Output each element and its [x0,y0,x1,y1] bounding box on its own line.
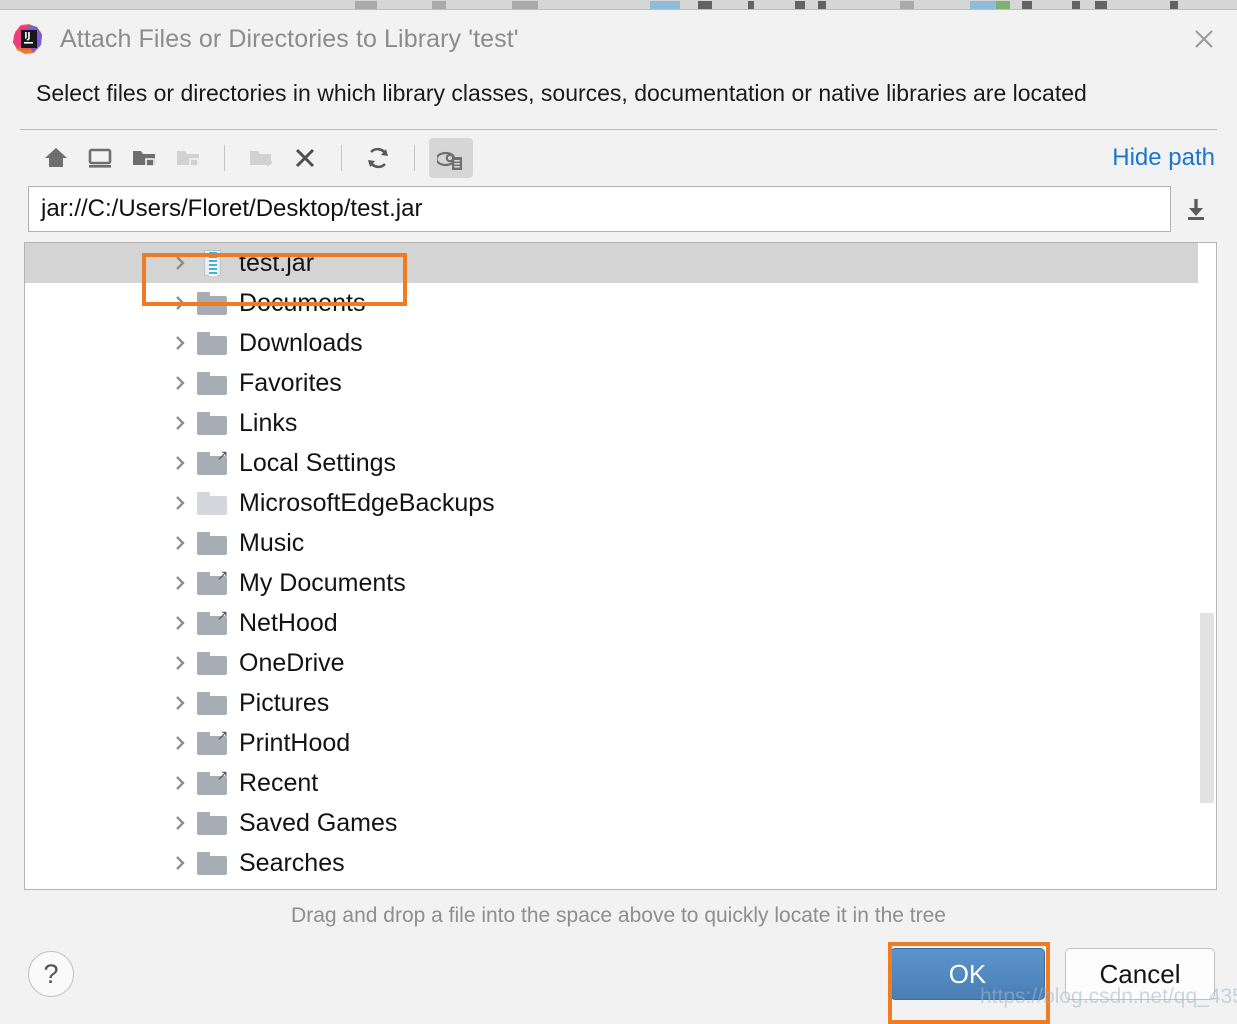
tree-row-label: Local Settings [239,448,397,477]
tree-row[interactable]: Documents [25,283,1216,323]
tree-row-label: Searches [239,848,345,877]
folder-shortcut-icon: ↗ [195,723,229,763]
chevron-right-icon[interactable] [165,483,195,523]
chevron-right-icon[interactable] [165,643,195,683]
tree-row-label: Recent [239,768,319,797]
chevron-right-icon[interactable] [165,723,195,763]
chevron-right-icon[interactable] [165,523,195,563]
hide-path-link[interactable]: Hide path [1112,144,1215,172]
chevron-right-icon[interactable] [165,763,195,803]
new-folder-icon [239,138,283,178]
tree-row-label: Downloads [239,328,363,357]
folder-icon [195,683,229,723]
tree-row[interactable]: ↗ Local Settings [25,443,1216,483]
chevron-right-icon[interactable] [165,603,195,643]
tree-row[interactable]: ↗ Recent [25,763,1216,803]
chevron-right-icon[interactable] [165,403,195,443]
tree-row[interactable]: Pictures [25,683,1216,723]
chevron-right-icon[interactable] [165,683,195,723]
folder-icon [195,403,229,443]
dialog-description: Select files or directories in which lib… [36,80,1087,106]
path-input[interactable]: jar://C:/Users/Floret/Desktop/test.jar [28,186,1171,232]
folder-hidden-icon [195,483,229,523]
tree-row[interactable]: test.jar [25,243,1216,283]
folder-shortcut-icon: ↗ [195,763,229,803]
folder-icon [195,843,229,883]
tree-row-label: Music [239,528,305,557]
tree-row[interactable]: Music [25,523,1216,563]
tree-row[interactable]: ↗ My Documents [25,563,1216,603]
tree-row-label: PrintHood [239,728,351,757]
file-chooser-toolbar: Hide path [0,130,1237,186]
file-tree-list: test.jar Documents Downloads Favorites Links… [25,243,1216,883]
tree-row[interactable]: Saved Games [25,803,1216,843]
folder-icon [195,283,229,323]
close-icon[interactable] [1185,20,1223,58]
toolbar-separator [341,145,342,171]
folder-icon [195,363,229,403]
tree-row-label: OneDrive [239,648,345,677]
ok-button-wrap: OK [890,948,1045,1000]
jar-icon [195,243,229,283]
tree-row-label: Pictures [239,688,330,717]
tree-row-label: test.jar [239,248,315,277]
tree-row-label: Saved Games [239,808,398,837]
show-hidden-files-icon[interactable] [429,138,473,178]
attach-files-dialog: IJ Attach Files or Directories to Librar… [0,10,1237,1024]
tree-row-label: Documents [239,288,366,317]
folder-icon [195,803,229,843]
intellij-idea-icon: IJ [12,23,44,55]
tree-row[interactable]: OneDrive [25,643,1216,683]
ok-button[interactable]: OK [890,948,1045,1000]
tree-row[interactable]: Searches [25,843,1216,883]
folder-icon [195,643,229,683]
download-icon[interactable] [1171,186,1221,232]
tree-row-label: Favorites [239,368,342,397]
tree-row-label: My Documents [239,568,406,597]
chevron-right-icon[interactable] [165,803,195,843]
chevron-right-icon[interactable] [165,323,195,363]
expand-folder-icon[interactable] [122,138,166,178]
tree-row[interactable]: Downloads [25,323,1216,363]
desktop-icon[interactable] [78,138,122,178]
tree-row[interactable]: MicrosoftEdgeBackups [25,483,1216,523]
svg-text:IJ: IJ [24,32,30,42]
folder-icon [195,323,229,363]
cancel-button[interactable]: Cancel [1065,948,1215,1000]
tree-row[interactable]: ↗ NetHood [25,603,1216,643]
background-ide-toolbar [0,0,1237,10]
home-icon[interactable] [34,138,78,178]
toolbar-separator [414,145,415,171]
file-tree-panel[interactable]: test.jar Documents Downloads Favorites Links… [24,242,1217,890]
dialog-footer: ? OK Cancel [0,928,1237,1020]
tree-row-label: NetHood [239,608,338,637]
refresh-icon[interactable] [356,138,400,178]
chevron-right-icon[interactable] [165,283,195,323]
toolbar-separator [224,145,225,171]
tree-row[interactable]: Favorites [25,363,1216,403]
tree-scrollbar[interactable] [1198,243,1216,889]
dialog-title: Attach Files or Directories to Library '… [60,24,519,53]
tree-row-label: MicrosoftEdgeBackups [239,488,495,517]
chevron-right-icon[interactable] [165,843,195,883]
dialog-titlebar: IJ Attach Files or Directories to Librar… [0,10,1237,68]
folder-shortcut-icon: ↗ [195,563,229,603]
collapse-folder-icon [166,138,210,178]
chevron-right-icon[interactable] [165,563,195,603]
drag-drop-hint: Drag and drop a file into the space abov… [291,904,946,927]
tree-row[interactable]: Links [25,403,1216,443]
delete-icon[interactable] [283,138,327,178]
chevron-right-icon[interactable] [165,443,195,483]
folder-shortcut-icon: ↗ [195,603,229,643]
chevron-right-icon[interactable] [165,363,195,403]
path-row: jar://C:/Users/Floret/Desktop/test.jar [0,186,1237,232]
tree-row-label: Links [239,408,298,437]
folder-shortcut-icon: ↗ [195,443,229,483]
folder-icon [195,523,229,563]
tree-row[interactable]: ↗ PrintHood [25,723,1216,763]
chevron-right-icon[interactable] [165,243,195,283]
tree-scrollbar-thumb[interactable] [1200,613,1214,803]
help-button[interactable]: ? [28,951,74,997]
